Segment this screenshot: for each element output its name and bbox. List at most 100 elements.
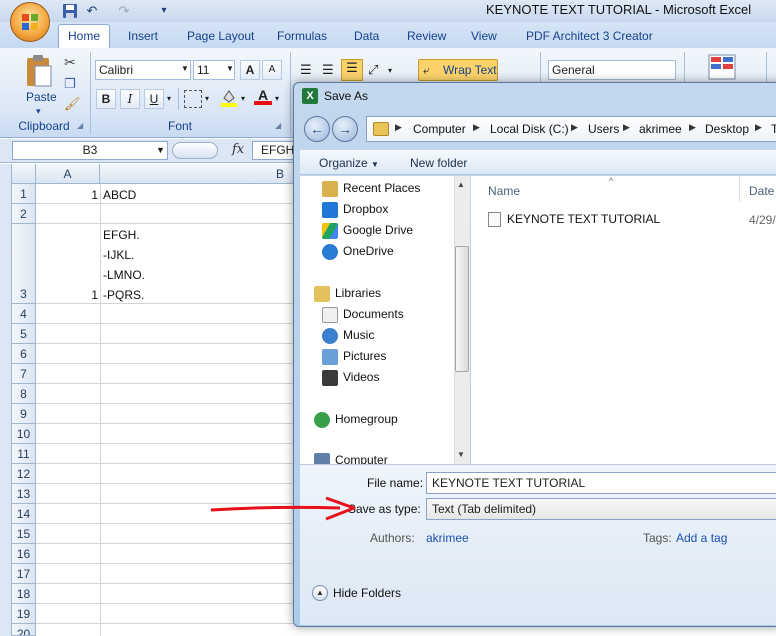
breadcrumb-local-disk[interactable]: Local Disk (C:) [490, 122, 569, 136]
nav-videos[interactable]: Videos [322, 370, 379, 386]
cut-icon[interactable]: ✂ [64, 54, 76, 71]
font-name-dropdown-icon[interactable]: ▼ [181, 64, 189, 73]
cell-b3[interactable]: EFGH. -IJKL. -LMNO. -PQRS. [101, 224, 293, 304]
bold-button[interactable]: B [96, 89, 116, 109]
nav-recent-places[interactable]: Recent Places [322, 181, 420, 197]
copy-icon[interactable]: ❐ [64, 76, 76, 92]
fill-color-dropdown-icon[interactable]: ▾ [241, 94, 245, 103]
row-header-16[interactable]: 16 [12, 544, 36, 564]
nav-pictures[interactable]: Pictures [322, 349, 386, 365]
paste-icon[interactable] [24, 54, 54, 88]
row-header-5[interactable]: 5 [12, 324, 36, 344]
redo-icon[interactable]: ↷ [116, 3, 132, 19]
row-header-6[interactable]: 6 [12, 344, 36, 364]
navigation-pane[interactable]: Recent Places Dropbox Google Drive OneDr… [300, 176, 470, 464]
tab-pdf-architect[interactable]: PDF Architect 3 Creator [526, 29, 653, 43]
customize-qat-icon[interactable]: ▾ [156, 3, 172, 19]
breadcrumb-computer[interactable]: Computer [413, 122, 466, 136]
row-header-13[interactable]: 13 [12, 484, 36, 504]
fill-color-icon[interactable] [220, 88, 238, 108]
tab-review[interactable]: Review [407, 29, 446, 43]
cell-b1[interactable]: ABCD [103, 188, 136, 202]
format-painter-icon[interactable]: 🖌 [64, 96, 81, 112]
align-middle-icon[interactable]: ☰ [322, 62, 334, 78]
underline-dropdown-icon[interactable]: ▾ [167, 94, 171, 103]
row-header-19[interactable]: 19 [12, 604, 36, 624]
shrink-font-button[interactable]: A [262, 60, 282, 80]
scrollbar-thumb[interactable] [455, 246, 469, 372]
cell-a3[interactable]: 1 [36, 288, 98, 302]
file-list[interactable]: ^ Name Date KEYNOTE TEXT TUTORIAL 4/29/ [471, 176, 776, 464]
row-header-10[interactable]: 10 [12, 424, 36, 444]
row-header-11[interactable]: 11 [12, 444, 36, 464]
select-all-corner[interactable] [12, 164, 36, 184]
font-name-box[interactable]: Calibri [95, 60, 191, 80]
paste-button[interactable]: Paste [26, 90, 57, 104]
breadcrumb-t[interactable]: T [771, 122, 776, 136]
breadcrumb-users[interactable]: Users [588, 122, 619, 136]
row-header-12[interactable]: 12 [12, 464, 36, 484]
orientation-icon[interactable]: ⤢ [368, 62, 378, 78]
row-header-17[interactable]: 17 [12, 564, 36, 584]
row-header-8[interactable]: 8 [12, 384, 36, 404]
row-header-3[interactable]: 3 [12, 224, 36, 304]
font-size-dropdown-icon[interactable]: ▼ [226, 64, 234, 73]
align-top-icon[interactable]: ☰ [300, 62, 312, 78]
row-header-7[interactable]: 7 [12, 364, 36, 384]
tab-page-layout[interactable]: Page Layout [187, 29, 254, 43]
font-color-dropdown-icon[interactable]: ▾ [275, 94, 279, 103]
tab-home[interactable]: Home [58, 24, 110, 48]
hide-folders-button[interactable]: Hide Folders [333, 586, 401, 600]
forward-button[interactable]: → [332, 116, 358, 142]
nav-google-drive[interactable]: Google Drive [322, 223, 413, 239]
column-header-name[interactable]: Name [488, 184, 520, 198]
undo-icon[interactable]: ↶ [84, 3, 100, 19]
nav-documents[interactable]: Documents [322, 307, 404, 323]
font-color-icon[interactable]: A [254, 87, 272, 109]
name-box-dropdown-icon[interactable]: ▼ [156, 145, 165, 155]
hide-folders-icon[interactable]: ▲ [312, 585, 328, 601]
nav-homegroup[interactable]: Homegroup [314, 412, 398, 428]
tab-view[interactable]: View [471, 29, 497, 43]
clipboard-launcher-icon[interactable]: ◢ [77, 121, 83, 130]
save-as-type-select[interactable]: Text (Tab delimited) [426, 498, 776, 520]
nav-computer[interactable]: Computer [314, 453, 388, 464]
row-header-14[interactable]: 14 [12, 504, 36, 524]
underline-button[interactable]: U [144, 89, 164, 109]
nav-libraries[interactable]: Libraries [314, 286, 381, 302]
insert-function-icon[interactable]: fx [232, 142, 244, 157]
tab-data[interactable]: Data [354, 29, 379, 43]
tab-insert[interactable]: Insert [128, 29, 158, 43]
breadcrumb-akrimee[interactable]: akrimee [639, 122, 682, 136]
formula-divider-handle[interactable] [172, 142, 218, 159]
number-format-box[interactable]: General [548, 60, 676, 80]
italic-button[interactable]: I [120, 89, 140, 109]
wrap-text-button[interactable]: ⤶ Wrap Text [418, 59, 498, 81]
row-header-9[interactable]: 9 [12, 404, 36, 424]
address-bar[interactable]: ▶ Computer ▶ Local Disk (C:) ▶ Users ▶ a… [366, 116, 776, 142]
row-header-18[interactable]: 18 [12, 584, 36, 604]
nav-onedrive[interactable]: OneDrive [322, 244, 394, 260]
breadcrumb-desktop[interactable]: Desktop [705, 122, 749, 136]
back-button[interactable]: ← [304, 116, 330, 142]
scroll-up-icon[interactable]: ▲ [457, 180, 465, 189]
new-folder-button[interactable]: New folder [410, 156, 467, 170]
row-header-1[interactable]: 1 [12, 184, 36, 204]
row-header-15[interactable]: 15 [12, 524, 36, 544]
authors-value[interactable]: akrimee [426, 531, 469, 545]
row-header-4[interactable]: 4 [12, 304, 36, 324]
cell-a1[interactable]: 1 [36, 188, 98, 202]
column-header-date[interactable]: Date [749, 184, 774, 198]
row-header-20[interactable]: 20 [12, 624, 36, 636]
file-item[interactable]: KEYNOTE TEXT TUTORIAL [488, 212, 660, 228]
name-box[interactable]: B3 [12, 141, 168, 160]
tags-input[interactable]: Add a tag [676, 531, 727, 545]
scroll-down-icon[interactable]: ▼ [457, 450, 465, 459]
borders-icon[interactable] [184, 90, 202, 108]
align-bottom-icon[interactable]: ☰ [341, 59, 363, 81]
paste-dropdown-icon[interactable]: ▾ [36, 106, 41, 117]
row-header-2[interactable]: 2 [12, 204, 36, 224]
tab-formulas[interactable]: Formulas [277, 29, 327, 43]
file-name-input[interactable]: KEYNOTE TEXT TUTORIAL [426, 472, 776, 494]
grow-font-button[interactable]: A [240, 60, 260, 80]
